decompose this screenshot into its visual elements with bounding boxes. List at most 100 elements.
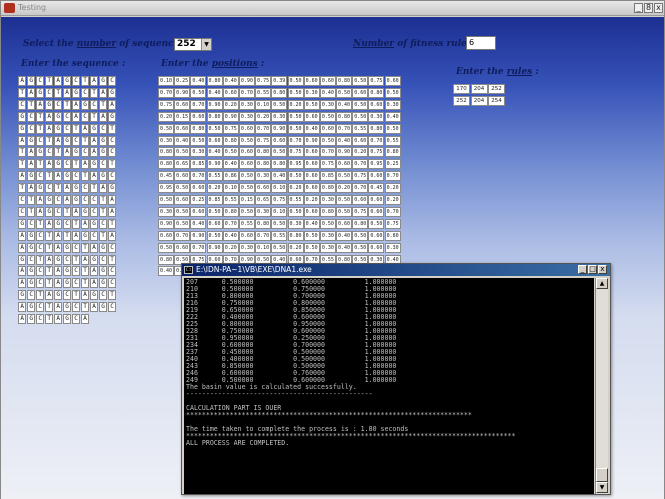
rule-cell[interactable]: 170 xyxy=(453,84,470,94)
sequence-cell[interactable]: A xyxy=(53,314,63,324)
sequence-cell[interactable]: G xyxy=(107,87,117,98)
position-cell[interactable]: 0.50 xyxy=(352,230,369,241)
position-cell[interactable]: 0.10 xyxy=(271,206,288,217)
sequence-cell[interactable]: T xyxy=(35,111,45,122)
position-cell[interactable]: 0.80 xyxy=(255,218,272,229)
position-cell[interactable]: 0.50 xyxy=(271,218,288,229)
sequence-cell[interactable]: G xyxy=(98,147,108,158)
position-cell[interactable]: 0.40 xyxy=(384,111,401,122)
sequence-cell[interactable]: T xyxy=(107,290,117,301)
position-cell[interactable]: 0.60 xyxy=(303,171,320,182)
position-cell[interactable]: 0.60 xyxy=(238,159,255,170)
sequence-cell[interactable]: A xyxy=(71,99,81,110)
position-cell[interactable]: 0.90 xyxy=(222,111,239,122)
sequence-cell[interactable]: T xyxy=(98,206,108,217)
position-cell[interactable]: 0.50 xyxy=(384,87,401,98)
position-cell[interactable]: 0.50 xyxy=(352,99,369,110)
sequence-cell[interactable]: A xyxy=(107,230,117,241)
sequence-cell[interactable]: G xyxy=(35,183,45,194)
position-cell[interactable]: 0.80 xyxy=(158,147,174,158)
position-cell[interactable]: 0.90 xyxy=(174,87,191,98)
position-cell[interactable]: 0.50 xyxy=(158,242,174,253)
position-cell[interactable]: 0.70 xyxy=(190,242,207,253)
position-cell[interactable]: 0.60 xyxy=(384,76,401,86)
sequence-cell[interactable]: C xyxy=(107,266,117,277)
sequence-cell[interactable]: T xyxy=(44,230,54,241)
position-cell[interactable]: 0.95 xyxy=(287,159,304,170)
position-cell[interactable]: 0.60 xyxy=(303,206,320,217)
position-cell[interactable]: 0.20 xyxy=(336,183,353,194)
position-cell[interactable]: 0.25 xyxy=(174,76,191,86)
sequence-cell[interactable]: A xyxy=(53,171,63,182)
sequence-cell[interactable]: T xyxy=(44,266,54,277)
position-cell[interactable]: 0.60 xyxy=(352,87,369,98)
position-cell[interactable]: 0.20 xyxy=(222,242,239,253)
sequence-cell[interactable]: C xyxy=(53,195,63,205)
position-cell[interactable]: 0.70 xyxy=(255,230,272,241)
position-cell[interactable]: 0.75 xyxy=(158,99,174,110)
position-cell[interactable]: 0.70 xyxy=(319,147,336,158)
position-cell[interactable]: 0.80 xyxy=(287,230,304,241)
scroll-up-icon[interactable]: ▲ xyxy=(596,278,608,289)
position-cell[interactable]: 0.50 xyxy=(336,171,353,182)
sequence-cell[interactable]: G xyxy=(26,135,36,146)
sequence-cell[interactable]: T xyxy=(35,159,45,170)
sequence-cell[interactable]: A xyxy=(80,290,90,301)
sequence-cell[interactable]: A xyxy=(44,111,54,122)
position-cell[interactable]: 0.50 xyxy=(303,230,320,241)
sequence-cell[interactable]: G xyxy=(98,135,108,146)
position-cell[interactable]: 0.80 xyxy=(368,123,385,134)
sequence-cell[interactable]: A xyxy=(18,266,27,277)
sequence-cell[interactable]: G xyxy=(89,123,99,134)
position-cell[interactable]: 0.50 xyxy=(287,206,304,217)
sequence-cell[interactable]: G xyxy=(26,242,36,253)
sequence-cell[interactable]: T xyxy=(71,123,81,134)
position-cell[interactable]: 0.20 xyxy=(303,195,320,205)
position-cell[interactable]: 0.55 xyxy=(255,87,272,98)
sequence-cell[interactable]: C xyxy=(62,111,72,122)
position-cell[interactable]: 0.40 xyxy=(174,135,191,146)
position-cell[interactable]: 0.50 xyxy=(336,195,353,205)
sequence-cell[interactable]: G xyxy=(26,302,36,313)
position-cell[interactable]: 0.70 xyxy=(352,183,369,194)
sequence-cell[interactable]: C xyxy=(98,290,108,301)
position-cell[interactable]: 0.60 xyxy=(174,123,191,134)
sequence-cell[interactable]: T xyxy=(62,230,72,241)
position-cell[interactable]: 0.50 xyxy=(174,147,191,158)
sequence-cell[interactable]: A xyxy=(26,147,36,158)
sequence-cell[interactable]: T xyxy=(18,159,27,170)
fitness-rules-input[interactable]: 6 xyxy=(466,36,496,50)
position-cell[interactable]: 0.30 xyxy=(190,147,207,158)
position-cell[interactable]: 0.80 xyxy=(271,87,288,98)
sequence-cell[interactable]: G xyxy=(18,111,27,122)
position-cell[interactable]: 0.10 xyxy=(255,242,272,253)
position-cell[interactable]: 0.85 xyxy=(190,159,207,170)
sequence-cell[interactable]: A xyxy=(18,242,27,253)
position-cell[interactable]: 0.40 xyxy=(303,218,320,229)
sequence-cell[interactable]: G xyxy=(98,76,108,86)
sequence-cell[interactable]: T xyxy=(98,195,108,205)
sequence-cell[interactable]: A xyxy=(80,218,90,229)
sequence-cell[interactable]: C xyxy=(71,314,81,324)
sequence-cell[interactable]: T xyxy=(71,254,81,265)
position-cell[interactable]: 0.80 xyxy=(190,123,207,134)
position-cell[interactable]: 0.60 xyxy=(238,123,255,134)
position-cell[interactable]: 0.80 xyxy=(368,87,385,98)
position-cell[interactable]: 0.65 xyxy=(174,159,191,170)
sequence-cell[interactable]: C xyxy=(18,206,27,217)
sequence-cell[interactable]: A xyxy=(26,87,36,98)
position-cell[interactable]: 0.30 xyxy=(319,99,336,110)
sequence-cell[interactable]: A xyxy=(53,230,63,241)
sequence-cell[interactable]: C xyxy=(35,242,45,253)
position-cell[interactable]: 0.40 xyxy=(190,76,207,86)
rule-cell[interactable]: 254 xyxy=(488,95,505,106)
sequence-cell[interactable]: A xyxy=(18,135,27,146)
sequence-cell[interactable]: G xyxy=(18,290,27,301)
position-cell[interactable]: 0.80 xyxy=(384,147,401,158)
sequence-cell[interactable]: T xyxy=(98,99,108,110)
sequence-cell[interactable]: T xyxy=(107,218,117,229)
position-cell[interactable]: 0.20 xyxy=(287,183,304,194)
position-cell[interactable]: 0.60 xyxy=(368,171,385,182)
chevron-down-icon[interactable]: ▼ xyxy=(201,39,211,50)
sequence-cell[interactable]: T xyxy=(71,159,81,170)
